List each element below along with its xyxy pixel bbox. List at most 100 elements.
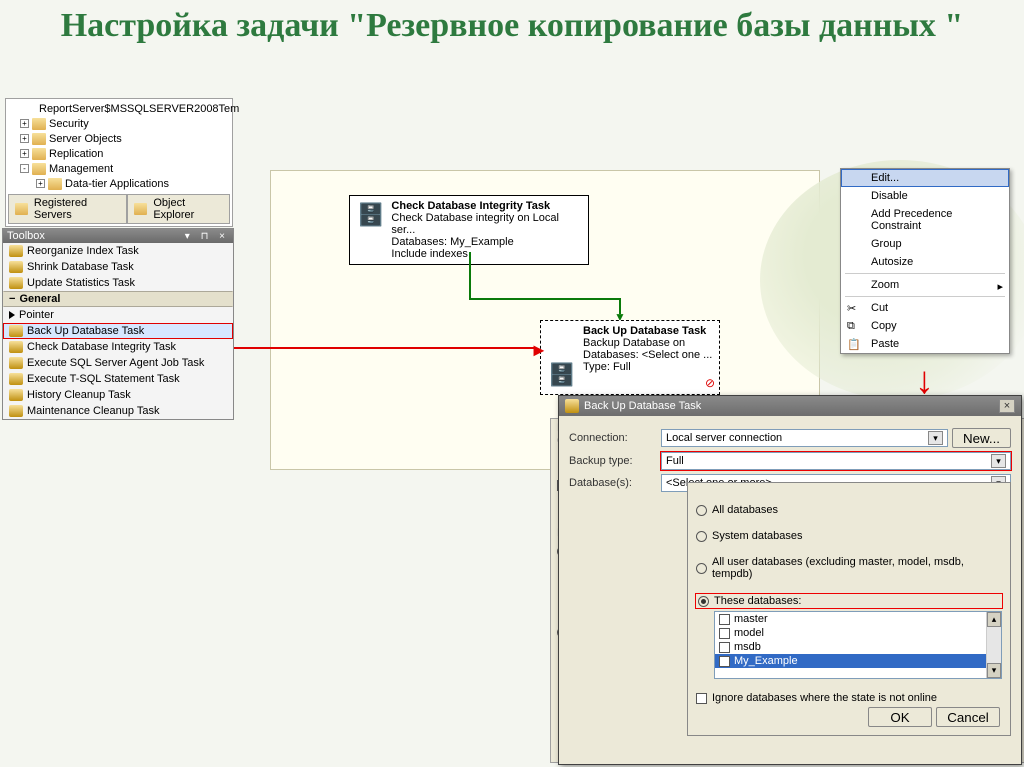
database-name: master (734, 613, 768, 625)
connector-line (469, 252, 471, 300)
context-menu-item[interactable]: Edit... (841, 169, 1009, 187)
toolbox-section-general[interactable]: − General (3, 291, 233, 307)
context-menu-item[interactable]: Disable (841, 187, 1009, 205)
folder-icon (32, 163, 46, 175)
radio-user-databases[interactable]: All user databases (excluding master, mo… (696, 556, 1002, 580)
task-icon (9, 261, 23, 273)
task1-title: Check Database Integrity Task (391, 200, 582, 212)
database-backup-icon: 🗄️ (547, 360, 577, 390)
tree-item-label: Server Objects (49, 133, 122, 145)
dialog-icon (565, 399, 579, 413)
expand-icon[interactable]: + (20, 119, 29, 128)
context-menu-item[interactable]: ✂Cut (841, 299, 1009, 317)
scroll-up-icon[interactable]: ▴ (987, 612, 1001, 627)
guide-arrow-head-icon: ► (530, 340, 548, 361)
connection-combo[interactable]: Local server connection▾ (661, 429, 948, 447)
context-menu-item[interactable]: Autosize (841, 253, 1009, 271)
database-name: My_Example (734, 655, 798, 667)
tab-registered-servers[interactable]: Registered Servers (8, 195, 127, 224)
toolbox-pane: Toolbox ▾ ⊓ × Reorganize Index TaskShrin… (2, 228, 234, 420)
toolbox-item-label: Pointer (19, 309, 54, 321)
task-icon (9, 389, 23, 401)
tree-item-label: ReportServer$MSSQLSERVER2008Tem (39, 103, 239, 115)
dialog-title-bar: Back Up Database Task × (559, 396, 1021, 416)
toolbox-item[interactable]: History Cleanup Task (3, 387, 233, 403)
toolbox-item[interactable]: Reorganize Index Task (3, 243, 233, 259)
menu-separator (845, 296, 1005, 297)
toolbox-title-bar: Toolbox ▾ ⊓ × (3, 229, 233, 243)
object-explorer-pane: ReportServer$MSSQLSERVER2008Tem + Security… (5, 98, 233, 227)
cut-icon: ✂ (847, 302, 861, 316)
toolbox-item[interactable]: Execute SQL Server Agent Job Task (3, 355, 233, 371)
scrollbar[interactable]: ▴ ▾ (986, 612, 1001, 678)
context-menu-item[interactable]: Group (841, 235, 1009, 253)
close-button[interactable]: × (999, 399, 1015, 413)
toolbox-window-buttons[interactable]: ▾ ⊓ × (185, 231, 229, 242)
folder-icon (32, 133, 46, 145)
radio-these-databases[interactable]: These databases: (696, 594, 1002, 608)
context-menu-item[interactable]: ⧉Copy (841, 317, 1009, 335)
cancel-button[interactable]: Cancel (936, 707, 1000, 727)
task-icon (9, 277, 23, 289)
new-connection-button[interactable]: New... (952, 428, 1011, 448)
toolbox-item[interactable]: Maintenance Cleanup Task (3, 403, 233, 419)
checkbox-icon[interactable] (719, 642, 730, 653)
database-list-item[interactable]: msdb (715, 640, 1001, 654)
ok-button[interactable]: OK (868, 707, 932, 727)
tree-item-label: Management (49, 163, 113, 175)
task-icon (9, 341, 23, 353)
task1-line1: Check Database integrity on Local ser... (391, 212, 582, 236)
task-icon (9, 357, 23, 369)
database-list-item[interactable]: model (715, 626, 1001, 640)
toolbox-item[interactable]: Check Database Integrity Task (3, 339, 233, 355)
tree-item[interactable]: + Security (8, 116, 230, 131)
toolbox-item[interactable]: Shrink Database Task (3, 259, 233, 275)
task1-line2: Databases: My_Example (391, 236, 582, 248)
toolbox-item[interactable]: Execute T-SQL Statement Task (3, 371, 233, 387)
toolbox-item[interactable]: Update Statistics Task (3, 275, 233, 291)
radio-all-databases[interactable]: All databases (696, 504, 1002, 516)
task-icon (9, 325, 23, 337)
tree-item[interactable]: + Server Objects (8, 131, 230, 146)
toolbox-item-label: Check Database Integrity Task (27, 341, 176, 353)
expand-icon[interactable]: - (20, 164, 29, 173)
task-icon (9, 311, 15, 319)
database-check-icon: 🗄️ (356, 200, 385, 230)
checkbox-icon[interactable] (719, 614, 730, 625)
tree-item-label: Security (49, 118, 89, 130)
tree-item[interactable]: +Data-tier Applications (8, 176, 230, 191)
task2-line1: Backup Database on (583, 337, 712, 349)
database-list-item[interactable]: master (715, 612, 1001, 626)
folder-icon (32, 148, 46, 160)
menu-separator (845, 273, 1005, 274)
checkbox-icon[interactable]: ✓ (719, 656, 730, 667)
context-menu-item[interactable]: Add Precedence Constraint (841, 205, 1009, 235)
toolbox-item-label: Maintenance Cleanup Task (27, 405, 160, 417)
submenu-arrow-icon: ▸ (997, 280, 1003, 293)
tab-object-explorer[interactable]: Object Explorer (127, 195, 230, 224)
toolbox-item[interactable]: Back Up Database Task (3, 323, 233, 339)
toolbox-item-label: Update Statistics Task (27, 277, 135, 289)
checkbox-icon[interactable] (719, 628, 730, 639)
tree-item[interactable]: +Replication (8, 146, 230, 161)
tree-item[interactable]: - Management (8, 161, 230, 176)
toolbox-item[interactable]: Pointer (3, 307, 233, 323)
expand-icon[interactable]: + (36, 179, 45, 188)
chk-ignore-offline[interactable]: Ignore databases where the state is not … (696, 692, 1002, 704)
radio-system-databases[interactable]: System databases (696, 530, 1002, 542)
tree-item[interactable]: ReportServer$MSSQLSERVER2008Tem (8, 101, 230, 116)
expand-icon[interactable]: + (20, 149, 29, 158)
scroll-down-icon[interactable]: ▾ (987, 663, 1001, 678)
task-backup-database[interactable]: 🗄️ Back Up Database Task Backup Database… (540, 320, 720, 395)
databases-listbox[interactable]: mastermodelmsdb ✓ My_Example ▴ ▾ (714, 611, 1002, 679)
backup-type-combo[interactable]: Full▾ (661, 452, 1011, 470)
context-menu-item[interactable]: 📋Paste (841, 335, 1009, 353)
folder-icon (32, 118, 46, 130)
database-list-item[interactable]: ✓ My_Example (715, 654, 1001, 668)
expand-icon[interactable]: + (20, 134, 29, 143)
task1-line3: Include indexes (391, 248, 582, 260)
task2-title: Back Up Database Task (583, 325, 712, 337)
toolbox-item-label: Execute T-SQL Statement Task (27, 373, 180, 385)
context-menu-item[interactable]: Zoom▸ (841, 276, 1009, 294)
connector-line (469, 298, 619, 300)
